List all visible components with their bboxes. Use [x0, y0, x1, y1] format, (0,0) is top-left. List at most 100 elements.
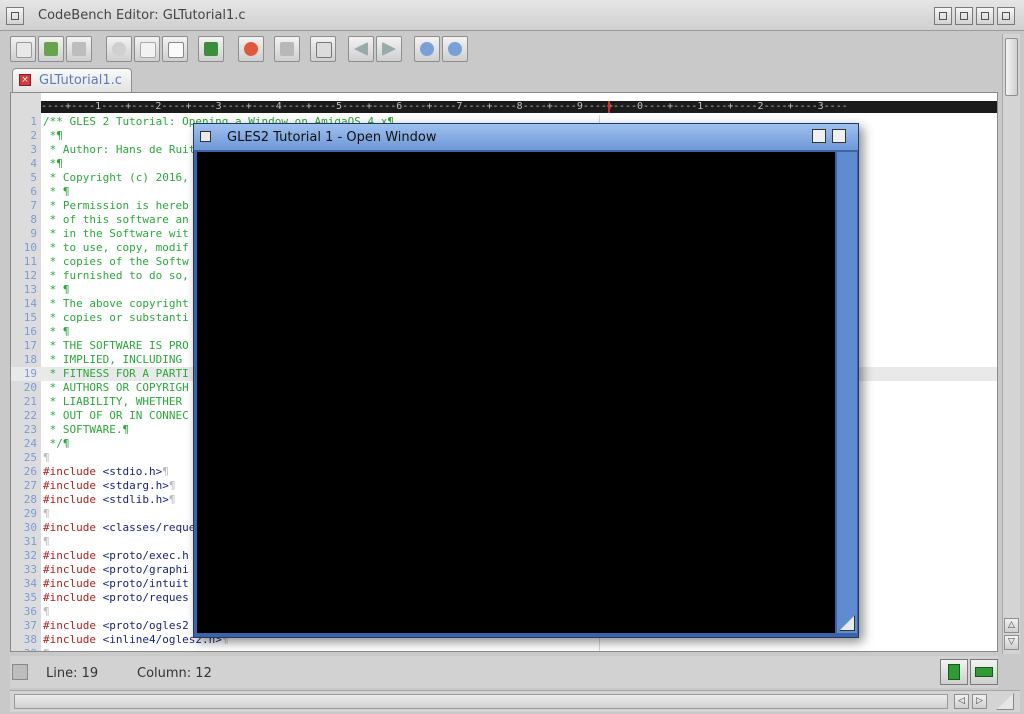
line-text: *¶ [43, 157, 63, 171]
stop-button[interactable] [274, 36, 300, 62]
horizontal-scroll-thumb[interactable] [14, 694, 948, 709]
line-text: ¶ [43, 535, 50, 549]
line-number: 28 [23, 493, 37, 506]
comment-text: * ¶ [43, 283, 70, 296]
line-number: 15 [23, 311, 37, 324]
line-number: 11 [23, 255, 37, 268]
snapshot-icon[interactable] [955, 7, 973, 25]
line-number: 35 [23, 591, 37, 604]
cut-button[interactable] [106, 36, 132, 62]
scissors-icon [112, 42, 126, 56]
scroll-down-button[interactable]: ▽ [1004, 635, 1019, 650]
comment-text: * to use, copy, modif [43, 241, 189, 254]
resize-grip-icon[interactable] [996, 693, 1014, 710]
comment-text: * FITNESS FOR A PARTI [43, 367, 189, 380]
comment-text: ¶ [43, 647, 50, 651]
render-canvas[interactable] [197, 152, 835, 633]
undo-icon [420, 42, 434, 56]
line-text: * FITNESS FOR A PARTI [43, 367, 189, 381]
gles2-close-icon[interactable] [200, 131, 211, 142]
iconify-icon[interactable] [934, 7, 952, 25]
new-file-button[interactable] [10, 36, 36, 62]
line-text: #include <proto/exec.h [43, 549, 189, 563]
line-text: * AUTHORS OR COPYRIGH [43, 381, 189, 395]
line-number: 6 [30, 185, 37, 198]
copy-button[interactable] [134, 36, 160, 62]
line-text: * SOFTWARE.¶ [43, 423, 129, 437]
comment-text: ¶ [43, 451, 50, 464]
line-text: * copies or substanti [43, 311, 189, 325]
comment-text: *¶ [43, 157, 63, 170]
line-number: 16 [23, 325, 37, 338]
tab-gltutorial1[interactable]: × GLTutorial1.c [12, 68, 132, 92]
column-ruler: ----+----1----+----2----+----3----+----4… [41, 101, 997, 113]
line-text: ¶ [43, 451, 50, 465]
line-text: * furnished to do so, [43, 269, 189, 283]
tab-label: GLTutorial1.c [39, 73, 122, 88]
close-window-icon[interactable] [6, 7, 24, 25]
line-text: * ¶ [43, 283, 70, 297]
build-button[interactable] [198, 36, 224, 62]
line-text: #include <proto/intuit [43, 577, 189, 591]
line-text: */¶ [43, 437, 70, 451]
disk-icon [12, 664, 28, 680]
debug-button[interactable] [238, 36, 264, 62]
open-file-button[interactable] [38, 36, 64, 62]
gles2-depth-icon[interactable] [832, 129, 846, 143]
build-output-button[interactable] [970, 659, 998, 685]
horizontal-scrollbar[interactable]: ◁ ▷ [10, 690, 1020, 712]
line-number: 2 [30, 129, 37, 142]
line-number: 1 [30, 115, 37, 128]
line-number: 22 [23, 409, 37, 422]
forward-button[interactable] [376, 36, 402, 62]
redo-icon [448, 42, 462, 56]
line-text: * Copyright (c) 2016, [43, 171, 189, 185]
vertical-scrollbar[interactable]: △ ▽ [1002, 34, 1020, 654]
scroll-left-button[interactable]: ◁ [954, 694, 969, 709]
line-number: 14 [23, 297, 37, 310]
comment-text: * ¶ [43, 185, 70, 198]
comment-text: ¶ [43, 535, 50, 548]
line-text: ¶ [43, 507, 50, 521]
arrow-right-icon [382, 42, 396, 56]
undo-button[interactable] [414, 36, 440, 62]
paste-button[interactable] [162, 36, 188, 62]
pilcrow: ¶ [168, 493, 176, 506]
include-path: <proto/graphi [95, 563, 189, 576]
new-file-icon [16, 42, 32, 58]
gles2-zoom-icon[interactable] [812, 129, 826, 143]
line-text: * Author: Hans de Ruiter¶ [43, 143, 216, 157]
comment-text: * SOFTWARE.¶ [43, 423, 130, 436]
comment-text: * copies or substanti [43, 311, 189, 324]
line-number: 26 [23, 465, 37, 478]
compile-status-button[interactable] [940, 659, 968, 685]
preprocessor-directive: #include [43, 479, 96, 492]
include-path: <proto/ogles2 [95, 619, 189, 632]
bug-icon [244, 42, 258, 56]
line-text: * THE SOFTWARE IS PRO [43, 339, 189, 353]
include-path: <stdarg.h> [95, 479, 169, 492]
depth-icon[interactable] [997, 7, 1015, 25]
line-text: * LIABILITY, WHETHER [43, 395, 182, 409]
zoom-icon[interactable] [976, 7, 994, 25]
save-file-button[interactable] [66, 36, 92, 62]
line-text: #include <stdlib.h>¶ [43, 493, 175, 507]
redo-button[interactable] [442, 36, 468, 62]
gles2-window[interactable]: GLES2 Tutorial 1 - Open Window [193, 123, 859, 638]
line-number: 33 [23, 563, 37, 576]
vertical-scroll-thumb[interactable] [1005, 38, 1018, 96]
comment-text: ¶ [43, 605, 50, 618]
scroll-up-button[interactable]: △ [1004, 618, 1019, 633]
print-button[interactable] [310, 36, 336, 62]
comment-text: * THE SOFTWARE IS PRO [43, 339, 189, 352]
close-tab-icon[interactable]: × [19, 74, 31, 86]
scroll-right-button[interactable]: ▷ [972, 694, 987, 709]
line-text: #include <proto/ogles2 [43, 619, 189, 633]
back-button[interactable] [348, 36, 374, 62]
title-bar[interactable]: CodeBench Editor: GLTutorial1.c [0, 0, 1024, 31]
include-path: <stdio.h> [95, 465, 163, 478]
gles2-title-bar[interactable]: GLES2 Tutorial 1 - Open Window [194, 124, 858, 150]
include-path: <classes/reque [95, 521, 196, 534]
line-number: 20 [23, 381, 37, 394]
line-number: 27 [23, 479, 37, 492]
